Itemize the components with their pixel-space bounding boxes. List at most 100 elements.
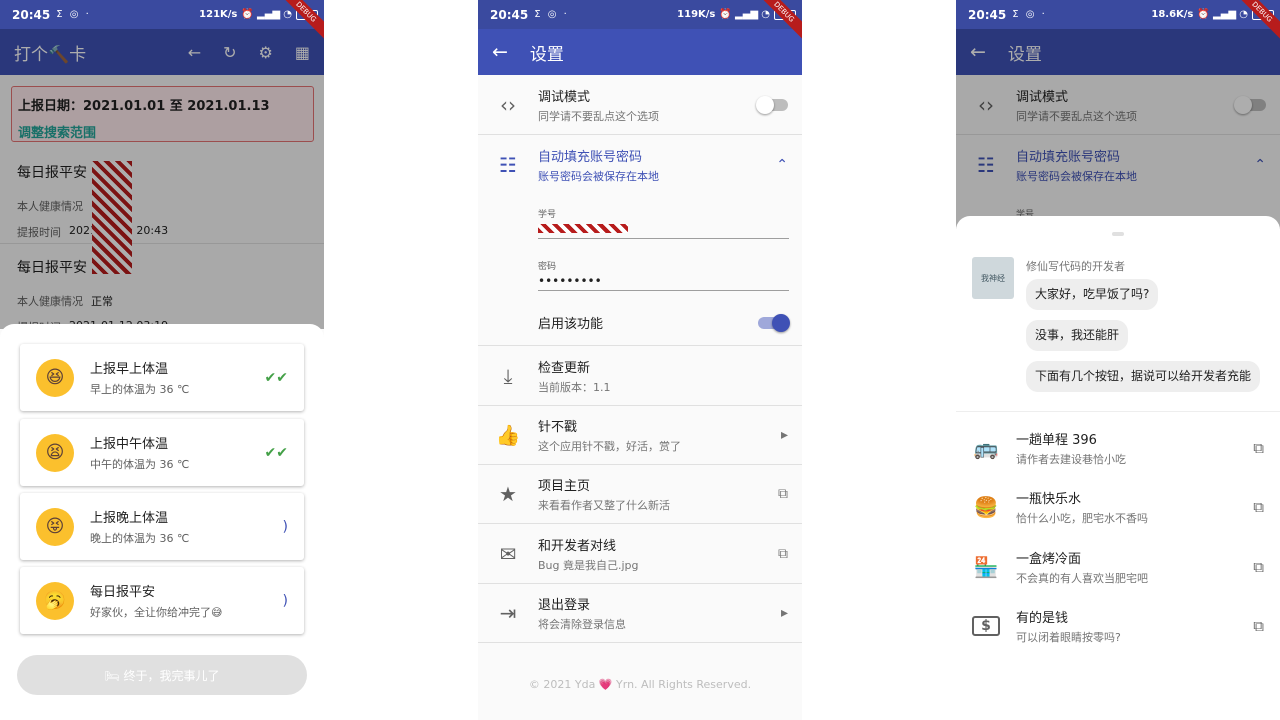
status-bar: 20:45 Σ ◎ · 18.6K/s ⏰ ▂▄▆ ◔ 57 xyxy=(956,0,1280,29)
task-subtitle: 晚上的体温为 36 ℃ xyxy=(90,532,190,545)
open-external-icon: ⧉ xyxy=(778,545,788,562)
phone-screen-donate: 20:45 Σ ◎ · 18.6K/s ⏰ ▂▄▆ ◔ 57 DEBUG ← 设… xyxy=(956,0,1280,720)
password-field[interactable]: 密码 ••••••••• xyxy=(538,259,789,291)
open-external-icon: ⧉ xyxy=(1253,558,1264,576)
divider xyxy=(956,411,1280,412)
signal-icons: ⏰ ▂▄▆ ◔ xyxy=(241,9,292,20)
praise-row[interactable]: 👍 针不戳 这个应用针不戳，好活，赏了 ▸ xyxy=(478,406,802,465)
drag-handle[interactable] xyxy=(1112,232,1124,236)
item-title: 一趟单程 396 xyxy=(1016,433,1097,448)
item-subtitle: 恰什么小吃，肥宅水不香吗 xyxy=(1016,512,1148,525)
task-card[interactable]: 🥱 每日报平安 好家伙，全让你给冲完了😅 ) xyxy=(20,567,304,634)
scrim-overlay[interactable] xyxy=(956,29,1280,229)
logout-icon: ⇥ xyxy=(499,601,517,625)
donate-item[interactable]: 🍔 一瓶快乐水 恰什么小吃，肥宅水不香吗 ⧉ xyxy=(956,487,1280,527)
download-icon: ⤓ xyxy=(503,363,513,388)
signal-icons: ⏰ ▂▄▆ ◔ xyxy=(719,9,770,20)
row-title: 调试模式 xyxy=(538,89,591,105)
autofill-row[interactable]: ☷ 自动填充账号密码 账号密码会被保存在本地 ⌃ xyxy=(478,135,802,195)
donate-item[interactable]: 🏪 一盒烤冷面 不会真的有人喜欢当肥宅吧 ⧉ xyxy=(956,547,1280,587)
task-card[interactable]: 😫 上报中午体温 中午的体温为 36 ℃ ✔✔ xyxy=(20,419,304,486)
redaction-mark xyxy=(538,224,628,233)
developer-avatar: 我神经 xyxy=(972,257,1014,299)
donate-item[interactable]: 🚌 一趟单程 396 请作者去建设巷恰小吃 ⧉ xyxy=(956,428,1280,468)
status-time: 20:45 xyxy=(12,7,51,22)
field-label: 学号 xyxy=(538,210,557,220)
row-subtitle: 将会清除登录信息 xyxy=(538,618,626,631)
network-speed: 119K/s xyxy=(677,9,716,20)
chat-bubble: 没事，我还能肝 xyxy=(1026,320,1129,351)
item-subtitle: 请作者去建设巷恰小吃 xyxy=(1016,453,1126,466)
network-speed: 18.6K/s xyxy=(1151,9,1194,20)
star-ticket-icon: ★ xyxy=(499,482,517,506)
task-card[interactable]: 😝 上报晚上体温 晚上的体温为 36 ℃ ) xyxy=(20,493,304,560)
task-subtitle: 中午的体温为 36 ℃ xyxy=(90,458,190,471)
chat-bubble: 下面有几个按钮，据说可以给开发者充能 xyxy=(1026,361,1261,392)
tongue-face-icon: 😝 xyxy=(36,507,74,546)
item-title: 一瓶快乐水 xyxy=(1016,492,1082,507)
row-title: 和开发者对线 xyxy=(538,538,617,554)
task-title: 上报晚上体温 xyxy=(90,511,169,526)
money-icon: $ xyxy=(972,616,1000,636)
app-bar: ← 设置 xyxy=(478,29,802,75)
network-speed: 121K/s xyxy=(199,9,238,20)
row-subtitle: 当前版本：1.1 xyxy=(538,380,611,394)
tired-face-icon: 😫 xyxy=(36,433,74,472)
loading-spinner-icon: ) xyxy=(282,592,288,609)
check-update-row[interactable]: ⤓ 检查更新 当前版本：1.1 xyxy=(478,346,802,406)
item-subtitle: 不会真的有人喜欢当肥宅吧 xyxy=(1016,572,1148,585)
copyright-footer: © 2021 Yda 💗 Yrn. All Rights Reserved. xyxy=(528,678,752,691)
task-title: 上报早上体温 xyxy=(90,362,169,377)
task-title: 上报中午体温 xyxy=(90,437,169,452)
chevron-up-icon: ⌃ xyxy=(776,157,788,173)
item-title: 一盒烤冷面 xyxy=(1016,552,1082,567)
yawning-face-icon: 🥱 xyxy=(36,581,74,620)
status-icons: Σ ◎ · xyxy=(56,9,91,20)
contact-developer-row[interactable]: ✉ 和开发者对线 Bug 竟是我自己.jpg ⧉ xyxy=(478,524,802,584)
row-title: 检查更新 xyxy=(538,360,591,376)
chevron-right-icon: ▸ xyxy=(780,427,788,443)
phone-screen-checkin: 20:45 Σ ◎ · 121K/s ⏰ ▂▄▆ ◔ 57 DEBUG 打个🔨卡… xyxy=(0,0,324,720)
form-list-icon: ☷ xyxy=(499,153,517,177)
item-title: 有的是钱 xyxy=(1016,611,1069,626)
project-home-row[interactable]: ★ 项目主页 来看看作者又整了什么新活 ⧉ xyxy=(478,465,802,524)
store-icon: 🏪 xyxy=(973,555,999,579)
logout-row[interactable]: ⇥ 退出登录 将会清除登录信息 ▸ xyxy=(478,584,802,643)
developer-name: 修仙写代码的开发者 xyxy=(1026,260,1125,273)
student-id-field[interactable]: 学号 xyxy=(538,207,789,239)
bus-icon: 🚌 xyxy=(973,436,999,460)
donate-item[interactable]: $ 有的是钱 可以闭着眼睛按零吗? ⧉ xyxy=(956,606,1280,646)
status-bar: 20:45 Σ ◎ · 119K/s ⏰ ▂▄▆ ◔ 57 xyxy=(478,0,802,29)
chevron-right-icon: ▸ xyxy=(780,605,788,621)
phone-screen-settings: 20:45 Σ ◎ · 119K/s ⏰ ▂▄▆ ◔ 57 DEBUG ← 设置… xyxy=(478,0,802,720)
status-time: 20:45 xyxy=(490,7,529,22)
debug-mode-toggle[interactable] xyxy=(756,95,788,114)
row-subtitle: 账号密码会被保存在本地 xyxy=(538,170,659,183)
row-subtitle: 来看看作者又整了什么新活 xyxy=(538,499,670,512)
task-card[interactable]: 😆 上报早上体温 早上的体温为 36 ℃ ✔✔ xyxy=(20,344,304,411)
enable-autofill-row[interactable]: 启用该功能 xyxy=(478,300,802,346)
task-subtitle: 早上的体温为 36 ℃ xyxy=(90,383,190,396)
double-check-icon: ✔✔ xyxy=(264,444,288,461)
row-title: 启用该功能 xyxy=(538,317,604,332)
open-external-icon: ⧉ xyxy=(1253,439,1264,457)
fastfood-icon: 🍔 xyxy=(973,495,999,519)
task-title: 每日报平安 xyxy=(90,585,156,600)
debug-mode-row[interactable]: ‹› 调试模式 同学请不要乱点这个选项 xyxy=(478,75,802,135)
row-title: 针不戳 xyxy=(538,420,578,435)
row-subtitle: 同学请不要乱点这个选项 xyxy=(538,109,659,123)
loading-spinner-icon: ) xyxy=(282,518,288,535)
page-title: 设置 xyxy=(529,44,564,65)
status-icons: Σ ◎ · xyxy=(534,9,569,20)
back-arrow-icon[interactable]: ← xyxy=(492,41,508,63)
double-check-icon: ✔✔ xyxy=(264,369,288,386)
open-external-icon: ⧉ xyxy=(1253,498,1264,516)
code-icon: ‹› xyxy=(500,92,516,117)
finish-button[interactable]: 🛏 终于，我完事儿了 xyxy=(17,655,307,695)
mail-icon: ✉ xyxy=(499,541,517,566)
status-bar: 20:45 Σ ◎ · 121K/s ⏰ ▂▄▆ ◔ 57 xyxy=(0,0,324,29)
row-subtitle: 这个应用针不戳，好活，赏了 xyxy=(538,440,681,453)
enable-autofill-toggle[interactable] xyxy=(758,313,790,332)
row-title: 项目主页 xyxy=(538,479,591,494)
scrim-overlay[interactable] xyxy=(0,29,324,329)
